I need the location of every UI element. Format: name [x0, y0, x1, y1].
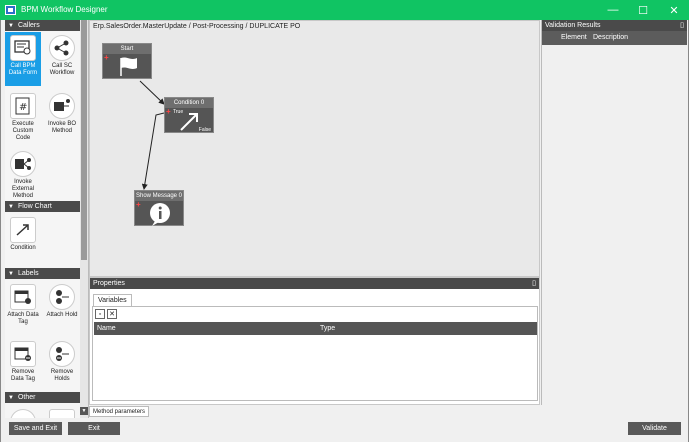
validation-panel: Validation Results ▯ Element Description [541, 20, 687, 405]
toolbox-scrollbar[interactable] [80, 20, 88, 418]
tool-label: Execute Custom Code [12, 121, 34, 141]
method-icon [49, 93, 75, 119]
remove-hold-icon [49, 341, 75, 367]
svg-text:#: # [19, 102, 27, 113]
data-form-icon [10, 35, 36, 61]
toolbox-panel: ▼ Callers Call BPM Data Form Call SC Work… [5, 20, 89, 418]
column-header-element[interactable]: Element [561, 31, 587, 45]
app-icon [5, 5, 16, 15]
delete-variable-button[interactable]: ✕ [107, 309, 117, 319]
tool-other-1[interactable] [5, 406, 41, 418]
plus-icon[interactable]: + [136, 201, 141, 209]
method-parameters-tab[interactable]: Method parameters [89, 406, 150, 417]
tool-attach-hold[interactable]: Attach Hold [44, 281, 80, 329]
tool-label: Condition [10, 245, 36, 251]
node-title: Condition 0 [165, 98, 213, 108]
chevron-down-icon: ▼ [8, 23, 14, 29]
properties-header: Properties ▯ [90, 278, 539, 289]
false-port-label: False [198, 127, 211, 133]
info-message-icon [150, 203, 170, 226]
tool-label: Attach Hold [46, 312, 78, 318]
close-button[interactable]: ✕ [659, 0, 689, 20]
node-start[interactable]: Start + [102, 43, 152, 79]
chevron-down-icon: ▼ [81, 408, 87, 414]
plus-icon[interactable]: + [166, 108, 171, 116]
column-header-name[interactable]: Name [97, 322, 116, 335]
pin-icon[interactable]: ▯ [680, 20, 684, 31]
section-header-flow-chart[interactable]: ▼ Flow Chart [5, 201, 81, 212]
maximize-button[interactable]: ☐ [628, 0, 658, 20]
chevron-down-icon: ▼ [8, 204, 14, 210]
column-header-description[interactable]: Description [593, 31, 628, 45]
node-condition[interactable]: Condition 0 + True False [164, 97, 214, 133]
node-title: Start [103, 44, 151, 54]
maximize-icon: ☐ [638, 4, 648, 17]
true-port-label: True [173, 109, 184, 115]
close-icon: ✕ [669, 4, 679, 17]
tool-call-sc-workflow[interactable]: Call SC Workflow [44, 32, 80, 86]
column-header-type[interactable]: Type [320, 322, 335, 335]
save-and-exit-button[interactable]: Save and Exit [9, 422, 62, 435]
tool-execute-custom-code[interactable]: # Execute Custom Code [5, 90, 41, 146]
section-header-labels[interactable]: ▼ Labels [5, 268, 81, 279]
breadcrumb: Erp.SalesOrder.MasterUpdate / Post-Proce… [93, 23, 301, 30]
tool-remove-holds[interactable]: Remove Holds [44, 338, 80, 386]
other-tool-icon [49, 409, 75, 418]
window-title: BPM Workflow Designer [21, 5, 108, 14]
node-title: Show Message 0 [135, 191, 183, 201]
code-icon: # [10, 93, 36, 119]
scrollbar-thumb[interactable] [81, 20, 87, 260]
section-header-callers[interactable]: ▼ Callers [5, 20, 81, 31]
pin-icon[interactable]: ▯ [532, 278, 536, 289]
section-header-other[interactable]: ▼ Other [5, 392, 81, 403]
other-tool-icon [10, 409, 36, 418]
chevron-down-icon: ▼ [8, 271, 14, 277]
tool-label: Call BPM Data Form [8, 63, 38, 76]
plus-icon[interactable]: + [104, 54, 109, 62]
tool-condition[interactable]: Condition [5, 214, 41, 254]
properties-panel: Properties ▯ Variables ▫ ✕ Name Type [89, 277, 540, 405]
condition-icon [10, 217, 36, 243]
tool-invoke-external-method[interactable]: Invoke External Method [5, 148, 41, 204]
data-tag-icon [10, 284, 36, 310]
tool-call-bpm-data-form[interactable]: Call BPM Data Form [5, 32, 41, 86]
tool-label: Invoke External Method [11, 179, 34, 199]
grid-header: Name Type [94, 322, 537, 335]
validation-header: Validation Results ▯ [542, 20, 687, 31]
remove-data-tag-icon [10, 341, 36, 367]
exit-button[interactable]: Exit [68, 422, 120, 435]
new-item-icon: ▫ [98, 310, 102, 318]
connector-lines [139, 80, 165, 190]
tool-label: Attach Data Tag [7, 312, 39, 325]
variables-grid: ▫ ✕ Name Type [92, 306, 538, 401]
tool-invoke-bo-method[interactable]: Invoke BO Method [44, 90, 80, 146]
chevron-down-icon: ▼ [8, 395, 14, 401]
title-bar: BPM Workflow Designer — ☐ ✕ [0, 0, 689, 20]
flag-icon [120, 57, 137, 76]
method-parameters-toggle[interactable]: ▼ [80, 407, 88, 415]
tool-other-2[interactable] [44, 406, 80, 418]
tool-attach-data-tag[interactable]: Attach Data Tag [5, 281, 41, 329]
workflow-canvas[interactable]: Erp.SalesOrder.MasterUpdate / Post-Proce… [89, 20, 540, 277]
tab-variables[interactable]: Variables [93, 294, 132, 306]
minimize-icon: — [607, 4, 619, 16]
tool-label: Remove Holds [50, 369, 74, 382]
new-variable-button[interactable]: ▫ [95, 309, 105, 319]
delete-icon: ✕ [109, 311, 115, 318]
tool-label: Remove Data Tag [11, 369, 35, 382]
minimize-button[interactable]: — [598, 0, 628, 20]
hold-icon [49, 284, 75, 310]
node-show-message[interactable]: Show Message 0 + [134, 190, 184, 226]
validation-columns: Element Description [542, 31, 687, 45]
tool-label: Call SC Workflow [49, 63, 75, 76]
validate-button[interactable]: Validate [628, 422, 681, 435]
tool-remove-data-tag[interactable]: Remove Data Tag [5, 338, 41, 386]
tool-label: Invoke BO Method [47, 121, 76, 134]
external-method-icon [10, 151, 36, 177]
workflow-icon [49, 35, 75, 61]
